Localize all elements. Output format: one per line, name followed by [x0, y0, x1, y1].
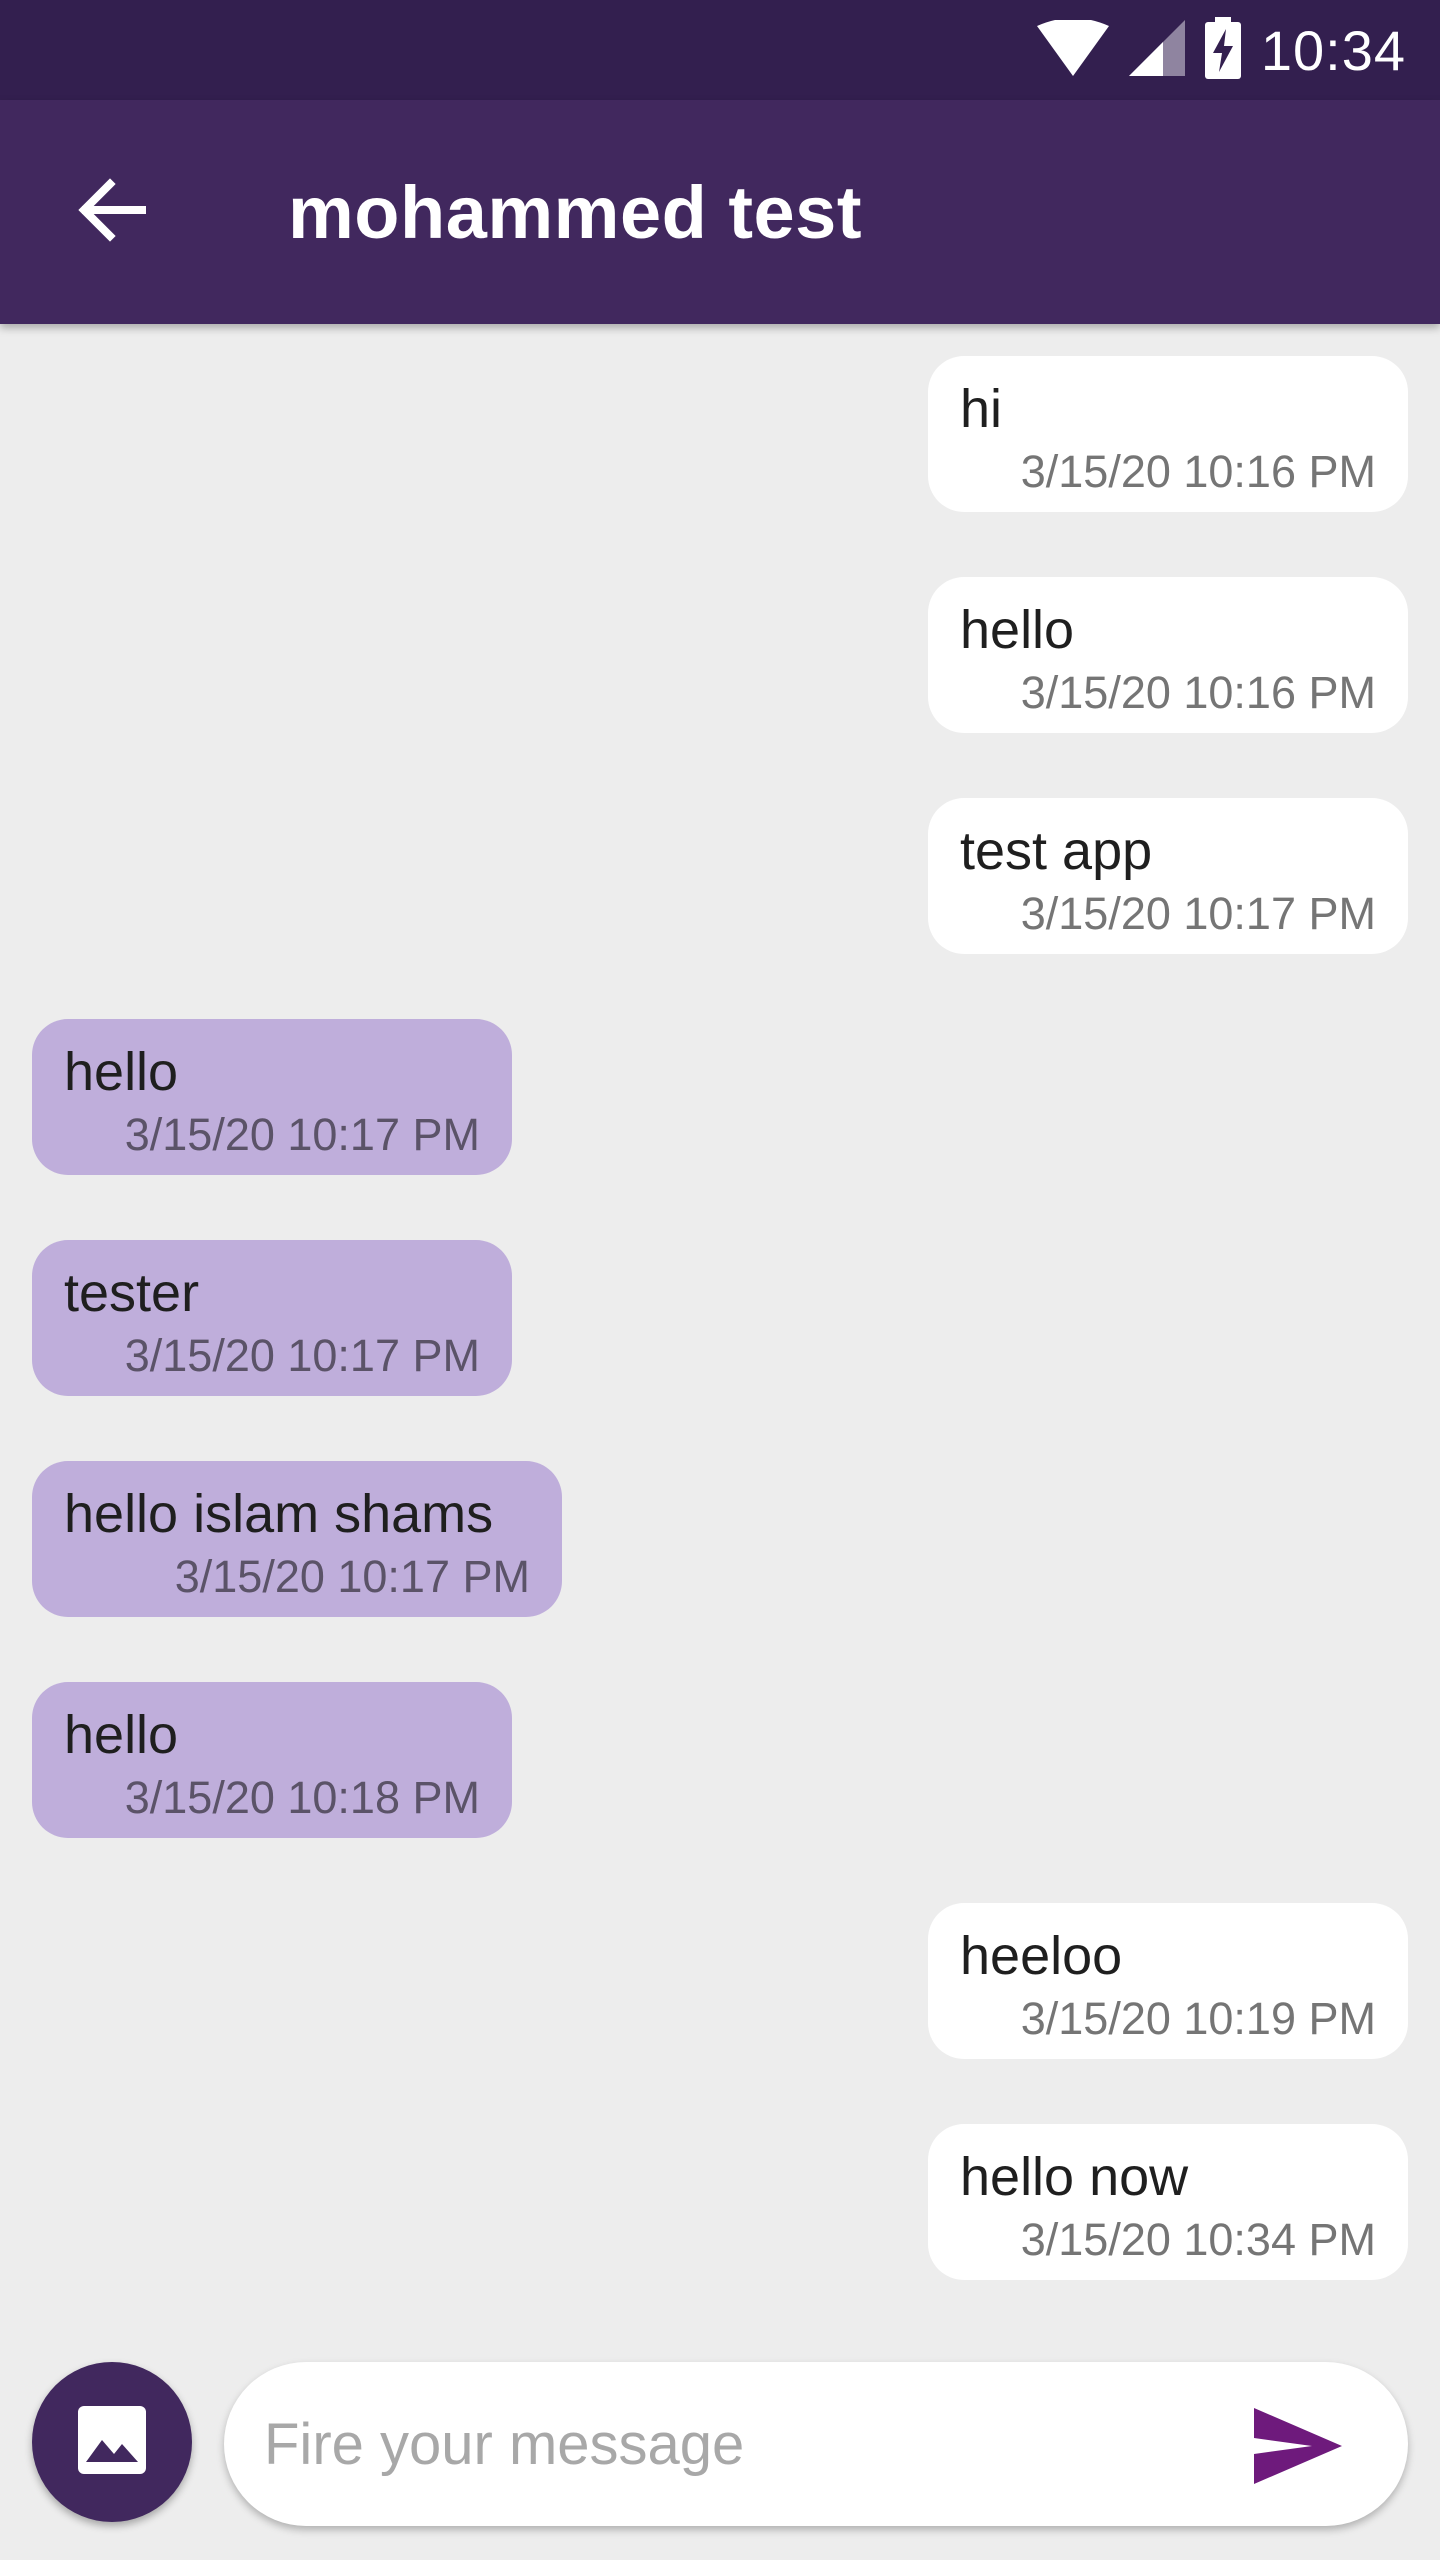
- status-time: 10:34: [1260, 18, 1406, 82]
- message-bubble-outgoing[interactable]: hello now 3/15/20 10:34 PM: [928, 2124, 1408, 2280]
- attach-image-button[interactable]: [32, 2362, 192, 2522]
- message-timestamp: 3/15/20 10:16 PM: [1020, 667, 1376, 719]
- message-timestamp: 3/15/20 10:18 PM: [124, 1772, 480, 1824]
- message-text: hello: [960, 600, 1075, 660]
- message-text: hi: [960, 379, 1003, 439]
- message-timestamp: 3/15/20 10:19 PM: [1020, 1993, 1376, 2045]
- message-timestamp: 3/15/20 10:17 PM: [124, 1109, 480, 1161]
- arrow-back-icon: [78, 177, 146, 247]
- message-bubble-outgoing[interactable]: hello 3/15/20 10:16 PM: [928, 577, 1408, 733]
- wifi-icon: [1036, 17, 1109, 81]
- send-button[interactable]: [1248, 2398, 1348, 2498]
- back-button[interactable]: [52, 152, 172, 272]
- message-text: hello: [64, 1042, 179, 1102]
- page-title: mohammed test: [288, 170, 862, 254]
- image-icon: [76, 2404, 148, 2481]
- message-composer: [224, 2362, 1408, 2526]
- app-bar: mohammed test: [0, 100, 1440, 324]
- message-timestamp: 3/15/20 10:17 PM: [1020, 888, 1376, 940]
- send-icon: [1254, 2407, 1342, 2489]
- message-bubble-outgoing[interactable]: heeloo 3/15/20 10:19 PM: [928, 1903, 1408, 2059]
- message-bubble-incoming[interactable]: tester 3/15/20 10:17 PM: [32, 1240, 512, 1396]
- message-timestamp: 3/15/20 10:17 PM: [174, 1551, 530, 1603]
- message-bubble-outgoing[interactable]: hi 3/15/20 10:16 PM: [928, 356, 1408, 512]
- message-text: hello: [64, 1705, 179, 1765]
- message-text: test app: [960, 821, 1153, 881]
- message-text: hello islam shams: [64, 1484, 494, 1544]
- message-text: tester: [64, 1263, 200, 1323]
- message-bubble-incoming[interactable]: hello islam shams 3/15/20 10:17 PM: [32, 1461, 562, 1617]
- battery-charging-icon: [1204, 16, 1241, 84]
- status-bar: 10:34: [0, 0, 1440, 100]
- cell-signal-icon: [1128, 19, 1185, 81]
- message-bubble-outgoing[interactable]: test app 3/15/20 10:17 PM: [928, 798, 1408, 954]
- message-input[interactable]: [264, 2362, 1224, 2526]
- message-timestamp: 3/15/20 10:17 PM: [124, 1330, 480, 1382]
- message-text: heeloo: [960, 1926, 1123, 1986]
- message-timestamp: 3/15/20 10:34 PM: [1020, 2214, 1376, 2266]
- message-timestamp: 3/15/20 10:16 PM: [1020, 446, 1376, 498]
- message-text: hello now: [960, 2147, 1189, 2207]
- message-bubble-incoming[interactable]: hello 3/15/20 10:18 PM: [32, 1682, 512, 1838]
- message-bubble-incoming[interactable]: hello 3/15/20 10:17 PM: [32, 1019, 512, 1175]
- message-list[interactable]: hi 3/15/20 10:16 PM hello 3/15/20 10:16 …: [0, 324, 1440, 2324]
